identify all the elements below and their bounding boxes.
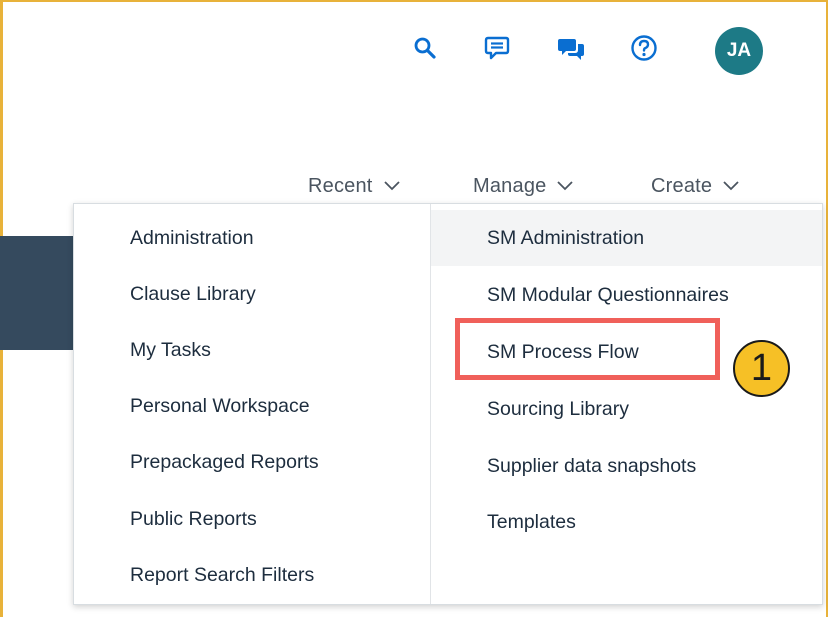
menu-item-report-search-filters[interactable]: Report Search Filters [74,547,430,603]
feedback-icon[interactable] [477,28,517,68]
nav-create-label: Create [651,174,713,197]
chevron-down-icon [383,181,400,191]
chevron-down-icon [557,181,574,191]
step-badge: 1 [733,340,790,397]
step-number: 1 [750,347,773,389]
menu-item-administration[interactable]: Administration [74,210,430,266]
menu-item-prepackaged-reports[interactable]: Prepackaged Reports [74,434,430,490]
nav-create-menu[interactable]: Create [651,172,740,200]
avatar[interactable]: JA [715,27,763,75]
nav-manage-menu[interactable]: Manage [473,172,574,200]
dropdown-left-column: Administration Clause Library My Tasks P… [74,204,430,604]
background-panel [0,236,74,350]
menu-item-public-reports[interactable]: Public Reports [74,491,430,547]
menu-item-templates[interactable]: Templates [431,494,822,550]
menu-item-sm-modular-questionnaires[interactable]: SM Modular Questionnaires [431,267,822,323]
search-icon[interactable] [405,28,445,68]
menu-item-personal-workspace[interactable]: Personal Workspace [74,378,430,434]
help-icon[interactable] [624,28,664,68]
manage-dropdown-menu: Administration Clause Library My Tasks P… [73,203,823,605]
chevron-down-icon [723,181,739,191]
menu-item-clause-library[interactable]: Clause Library [74,266,430,322]
avatar-initials: JA [726,40,752,61]
menu-item-sm-administration[interactable]: SM Administration [431,210,822,266]
dropdown-right-column: SM Administration SM Modular Questionnai… [431,204,822,604]
nav-recent-label: Recent [308,174,373,197]
menu-item-my-tasks[interactable]: My Tasks [74,322,430,378]
chat-icon[interactable] [551,28,591,68]
nav-manage-label: Manage [473,174,547,197]
nav-recent-menu[interactable]: Recent [308,172,401,200]
menu-item-supplier-data-snapshots[interactable]: Supplier data snapshots [431,438,822,494]
